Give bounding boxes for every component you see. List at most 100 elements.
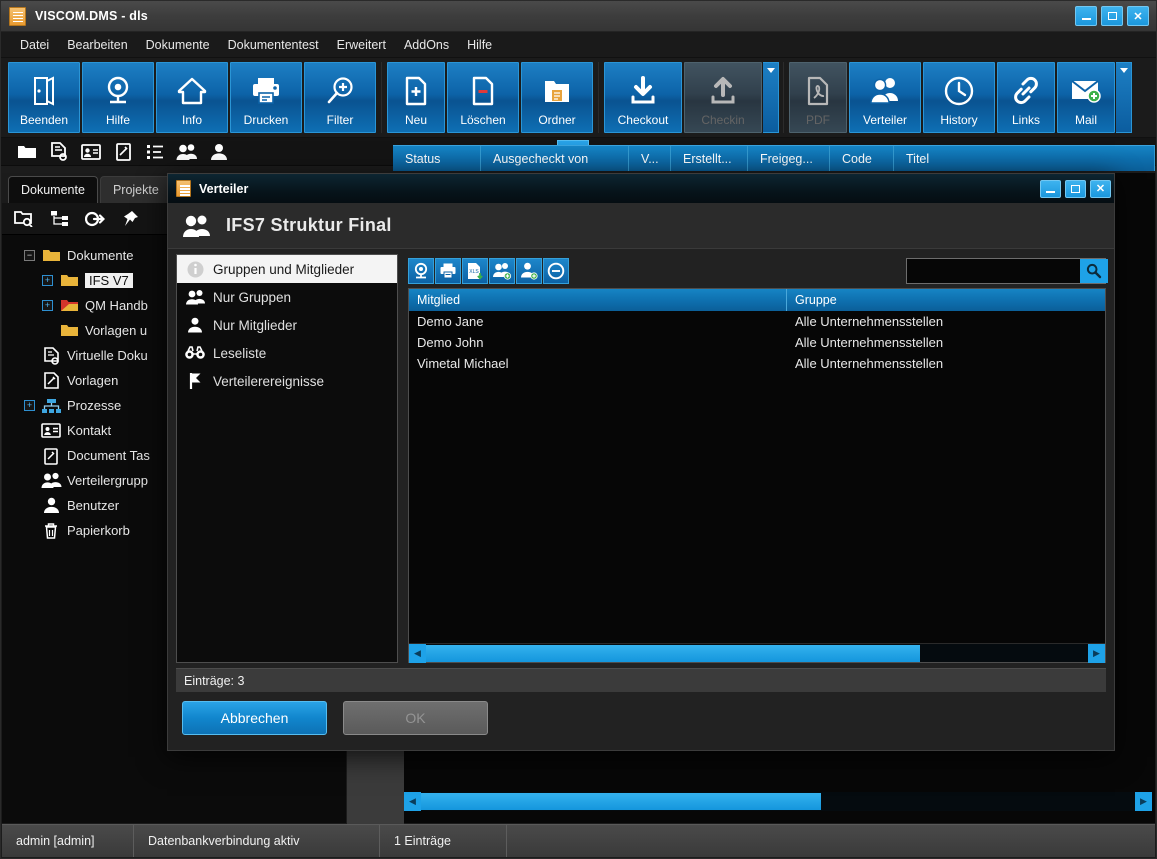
dialog-document-icon	[176, 180, 191, 197]
ribbon-button-info[interactable]: Info	[156, 62, 228, 133]
maximize-button[interactable]	[1101, 6, 1123, 26]
column-header-erstellt[interactable]: Erstellt...	[671, 146, 748, 171]
column-header-ausgecheckt-von[interactable]: Ausgecheckt von	[481, 146, 629, 171]
printer-icon[interactable]	[435, 258, 461, 284]
dialog-maximize-button[interactable]	[1065, 179, 1086, 198]
collapse-toggle[interactable]: −	[24, 250, 35, 261]
dialog-title: Verteiler	[199, 181, 249, 196]
tree-item-label: Verteilergrupp	[67, 473, 148, 488]
view-item-nur-gruppen[interactable]: Nur Gruppen	[177, 283, 397, 311]
folder-search-icon[interactable]	[14, 210, 34, 227]
view-item-verteilerereignisse[interactable]: Verteilerereignisse	[177, 367, 397, 395]
menu-erweitert[interactable]: Erweitert	[328, 35, 395, 55]
checkin-dropdown-arrow[interactable]	[763, 62, 779, 133]
folder-icon[interactable]	[11, 140, 43, 164]
document-search-icon[interactable]	[43, 140, 75, 164]
ribbon-button-links[interactable]: Links	[997, 62, 1055, 133]
expand-toggle[interactable]: +	[24, 400, 35, 411]
dialog-view-list: Gruppen und Mitglieder Nur Gruppen Nur M…	[176, 254, 398, 663]
column-header-titel[interactable]: Titel	[894, 146, 1155, 171]
tab-projekte[interactable]: Projekte	[99, 176, 172, 203]
add-member-icon[interactable]	[516, 258, 542, 284]
view-item-leseliste[interactable]: Leseliste	[177, 339, 397, 367]
tree-structure-icon[interactable]	[50, 210, 69, 227]
dialog-window-controls: ✕	[1040, 179, 1114, 198]
search-button[interactable]	[1080, 259, 1108, 283]
dialog-button-bar: Abbrechen OK	[182, 701, 488, 735]
task-edit-icon[interactable]	[107, 140, 139, 164]
tab-dokumente[interactable]: Dokumente	[8, 176, 98, 203]
ribbon-button-mail[interactable]: Mail	[1057, 62, 1115, 133]
main-horizontal-scrollbar[interactable]: ◀ ▶	[404, 792, 1152, 811]
menu-addons[interactable]: AddOns	[395, 35, 458, 55]
add-group-icon[interactable]	[489, 258, 515, 284]
ribbon-button-filter[interactable]: Filter	[304, 62, 376, 133]
ribbon-button-neu[interactable]: Neu	[387, 62, 445, 133]
scroll-right-arrow[interactable]: ▶	[1135, 792, 1152, 811]
dialog-close-button[interactable]: ✕	[1090, 179, 1111, 198]
scroll-left-arrow[interactable]: ◀	[404, 792, 421, 811]
contact-card-icon[interactable]	[75, 140, 107, 164]
scroll-right-arrow[interactable]: ▶	[1088, 643, 1105, 663]
grid-column-gruppe[interactable]: Gruppe	[787, 289, 845, 311]
menu-bearbeiten[interactable]: Bearbeiten	[58, 35, 136, 55]
close-button[interactable]: ✕	[1127, 6, 1149, 26]
menu-dokumente[interactable]: Dokumente	[137, 35, 219, 55]
member-grid-horizontal-scrollbar[interactable]: ◀ ▶	[409, 643, 1105, 663]
ribbon-label: Neu	[404, 113, 427, 127]
ribbon-button-verteiler[interactable]: Verteiler	[849, 62, 921, 133]
view-item-gruppen-und-mitglieder[interactable]: Gruppen und Mitglieder	[177, 255, 397, 283]
status-entries: 1 Einträge	[380, 825, 507, 857]
tools-dropdown-arrow[interactable]	[1116, 62, 1132, 133]
view-item-nur-mitglieder[interactable]: Nur Mitglieder	[177, 311, 397, 339]
view-item-label: Gruppen und Mitglieder	[213, 261, 355, 277]
ribbon-button-history[interactable]: History	[923, 62, 995, 133]
ribbon-button-beenden[interactable]: Beenden	[8, 62, 80, 133]
column-header-v[interactable]: V...	[629, 146, 671, 171]
scroll-thumb[interactable]	[421, 793, 821, 810]
goto-icon[interactable]	[85, 211, 105, 227]
minimize-button[interactable]	[1075, 6, 1097, 26]
cancel-button[interactable]: Abbrechen	[182, 701, 327, 735]
ribbon-button-loeschen[interactable]: Löschen	[447, 62, 519, 133]
scroll-left-arrow[interactable]: ◀	[409, 643, 426, 663]
expand-toggle[interactable]: +	[42, 275, 53, 286]
table-row[interactable]: Vimetal Michael Alle Unternehmensstellen	[409, 353, 1105, 374]
table-row[interactable]: Demo Jane Alle Unternehmensstellen	[409, 311, 1105, 332]
menu-datei[interactable]: Datei	[11, 35, 58, 55]
search-icon	[1086, 263, 1102, 279]
xls-export-icon[interactable]: XLS	[462, 258, 488, 284]
group-icon	[185, 289, 205, 305]
group-icon[interactable]	[171, 140, 203, 164]
grid-column-mitglied[interactable]: Mitglied	[409, 289, 787, 311]
ribbon-group-checkinout: Checkout Checkin	[603, 62, 784, 133]
table-row[interactable]: Demo John Alle Unternehmensstellen	[409, 332, 1105, 353]
ribbon-button-drucken[interactable]: Drucken	[230, 62, 302, 133]
list-icon[interactable]	[139, 140, 171, 164]
column-header-freigegeben[interactable]: Freigeg...	[748, 146, 830, 171]
cell-mitglied: Vimetal Michael	[417, 356, 509, 371]
menu-dokumententest[interactable]: Dokumententest	[219, 35, 328, 55]
column-header-code[interactable]: Code	[830, 146, 894, 171]
dialog-minimize-button[interactable]	[1040, 179, 1061, 198]
ribbon-label: Mail	[1074, 113, 1097, 127]
expand-toggle[interactable]: +	[42, 300, 53, 311]
ribbon-button-ordner[interactable]: Ordner	[521, 62, 593, 133]
ribbon-button-checkout[interactable]: Checkout	[604, 62, 682, 133]
scroll-thumb[interactable]	[426, 644, 920, 662]
dialog-right-pane: XLS Mitglied Gruppe Demo Jane Alle Unter…	[408, 254, 1108, 663]
column-header-status[interactable]: Status	[393, 146, 481, 171]
user-icon[interactable]	[203, 140, 235, 164]
dialog-body: Gruppen und Mitglieder Nur Gruppen Nur M…	[168, 249, 1114, 750]
lifebuoy-help-icon[interactable]	[408, 258, 434, 284]
menu-hilfe[interactable]: Hilfe	[458, 35, 501, 55]
search-input[interactable]	[907, 259, 1080, 283]
ribbon-button-checkin[interactable]: Checkin	[684, 62, 762, 133]
ribbon-button-hilfe[interactable]: Hilfe	[82, 62, 154, 133]
pin-icon[interactable]	[121, 210, 139, 228]
ribbon-button-pdf[interactable]: PDF	[789, 62, 847, 133]
ok-button[interactable]: OK	[343, 701, 488, 735]
ribbon-label: Checkin	[701, 113, 745, 127]
status-user: admin [admin]	[2, 825, 134, 857]
remove-circle-icon[interactable]	[543, 258, 569, 284]
